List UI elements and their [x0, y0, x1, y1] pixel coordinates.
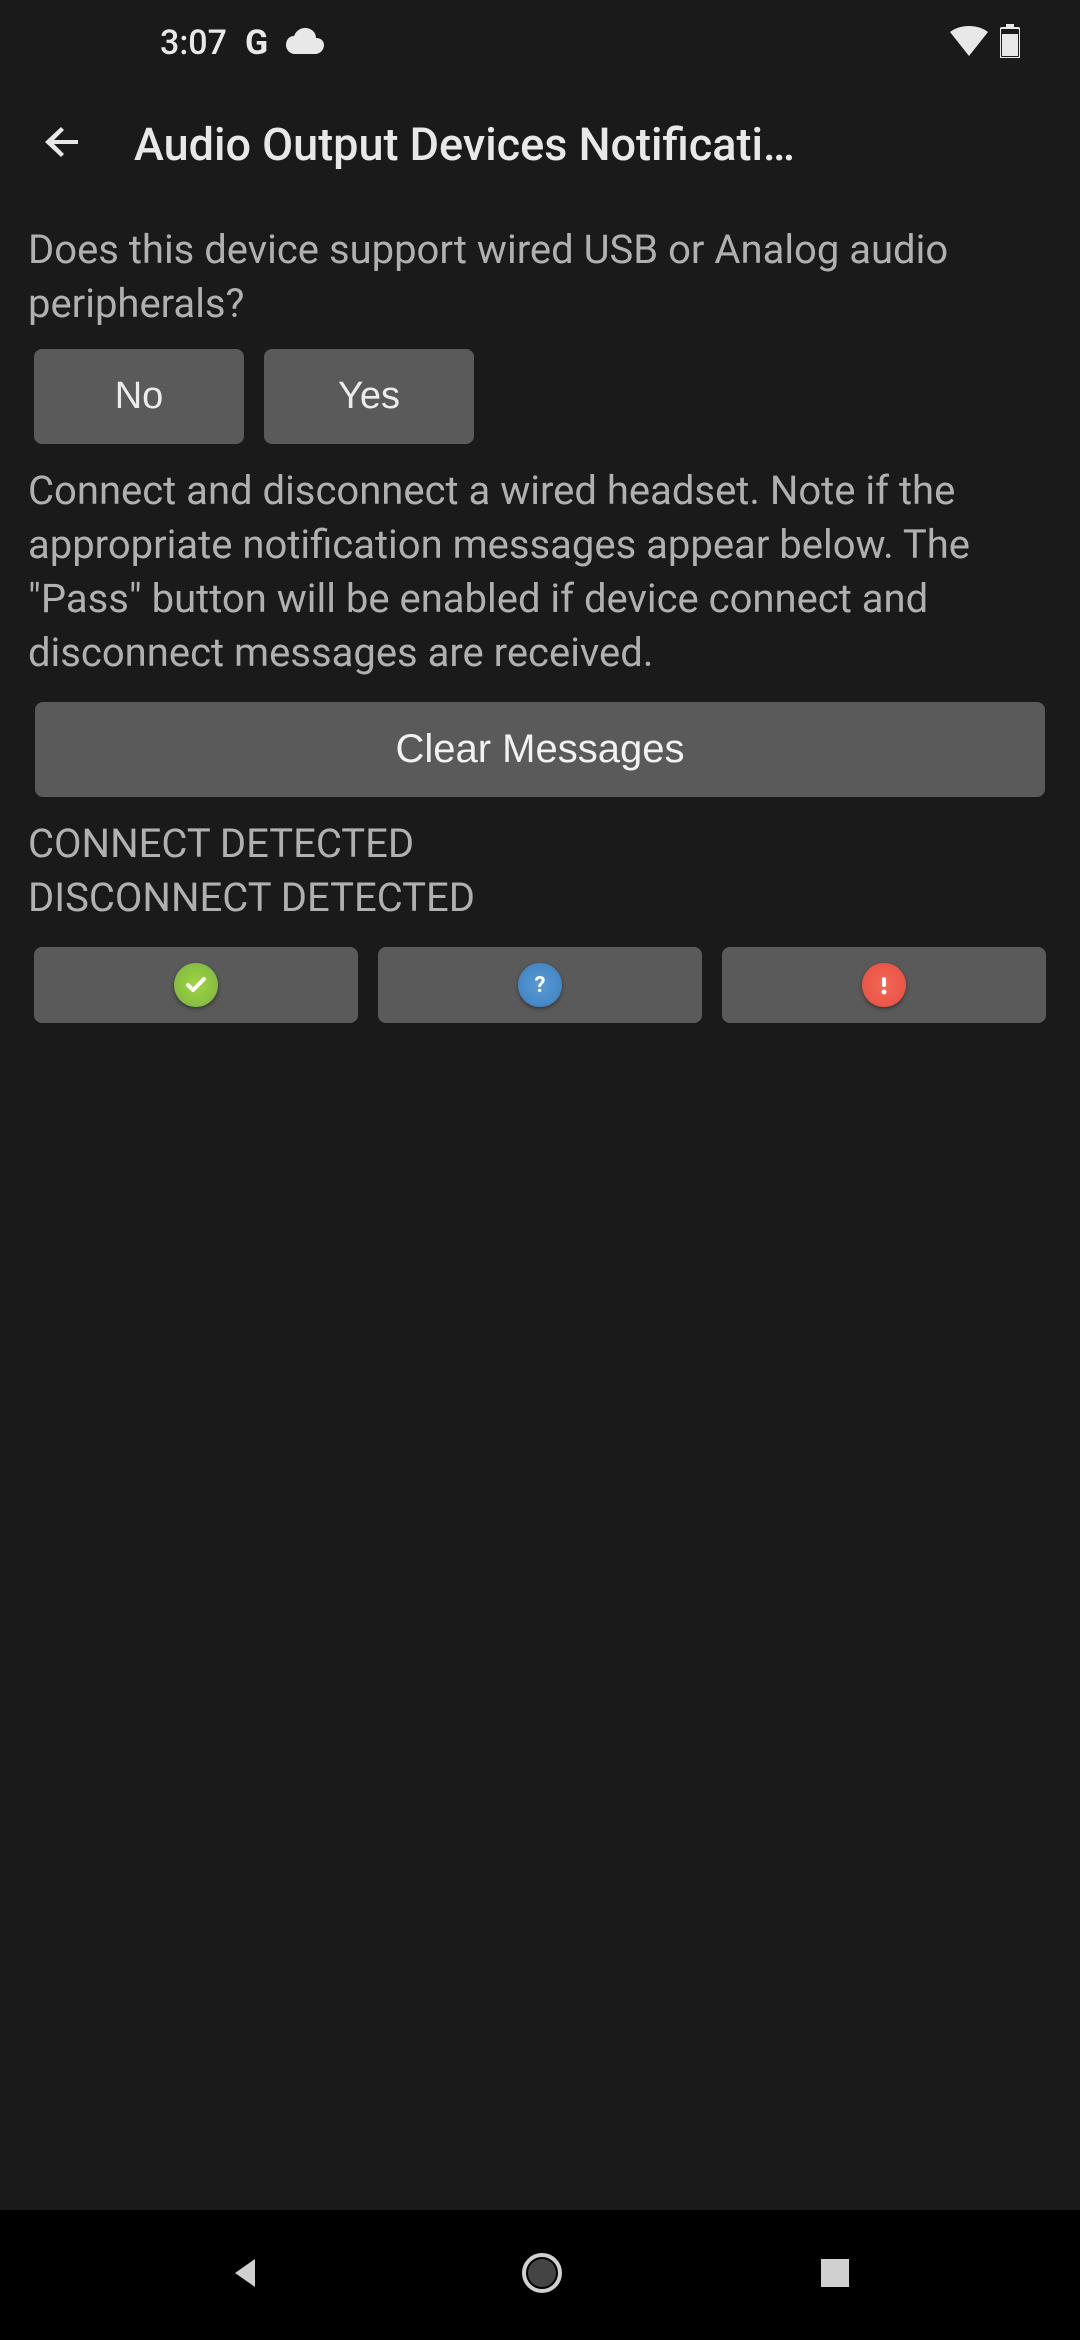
fail-button[interactable] [722, 947, 1046, 1023]
disconnect-detected-text: DISCONNECT DETECTED [28, 871, 1052, 925]
no-button[interactable]: No [34, 349, 244, 444]
status-time: 3:07 [160, 23, 227, 63]
yes-no-button-row: No Yes [28, 349, 1052, 444]
pass-button[interactable] [34, 947, 358, 1023]
content-area: Does this device support wired USB or An… [0, 203, 1080, 1043]
status-bar-left: 3:07 G [40, 23, 324, 63]
navigation-bar [0, 2210, 1080, 2340]
nav-home-icon[interactable] [520, 2251, 564, 2299]
back-arrow-icon[interactable] [40, 120, 84, 168]
exclamation-icon [862, 963, 906, 1007]
info-button[interactable]: ? [378, 947, 702, 1023]
app-bar: Audio Output Devices Notificati… [0, 85, 1080, 203]
nav-back-icon[interactable] [227, 2253, 267, 2297]
battery-icon [1000, 24, 1020, 62]
result-button-row: ? [28, 947, 1052, 1023]
page-title: Audio Output Devices Notificati… [134, 118, 1040, 171]
question-icon: ? [518, 963, 562, 1007]
status-bar: 3:07 G [0, 0, 1080, 85]
google-indicator: G [245, 23, 268, 63]
cloud-icon [286, 28, 324, 58]
instruction-text: Connect and disconnect a wired headset. … [28, 464, 1052, 680]
yes-button[interactable]: Yes [264, 349, 474, 444]
wifi-icon [950, 26, 988, 60]
connect-detected-text: CONNECT DETECTED [28, 817, 1052, 871]
svg-text:?: ? [535, 973, 546, 998]
checkmark-icon [174, 963, 218, 1007]
status-messages: CONNECT DETECTED DISCONNECT DETECTED [28, 817, 1052, 925]
nav-recent-icon[interactable] [817, 2255, 853, 2295]
clear-messages-button[interactable]: Clear Messages [35, 702, 1045, 797]
question-text: Does this device support wired USB or An… [28, 223, 1052, 331]
status-bar-right [950, 24, 1040, 62]
